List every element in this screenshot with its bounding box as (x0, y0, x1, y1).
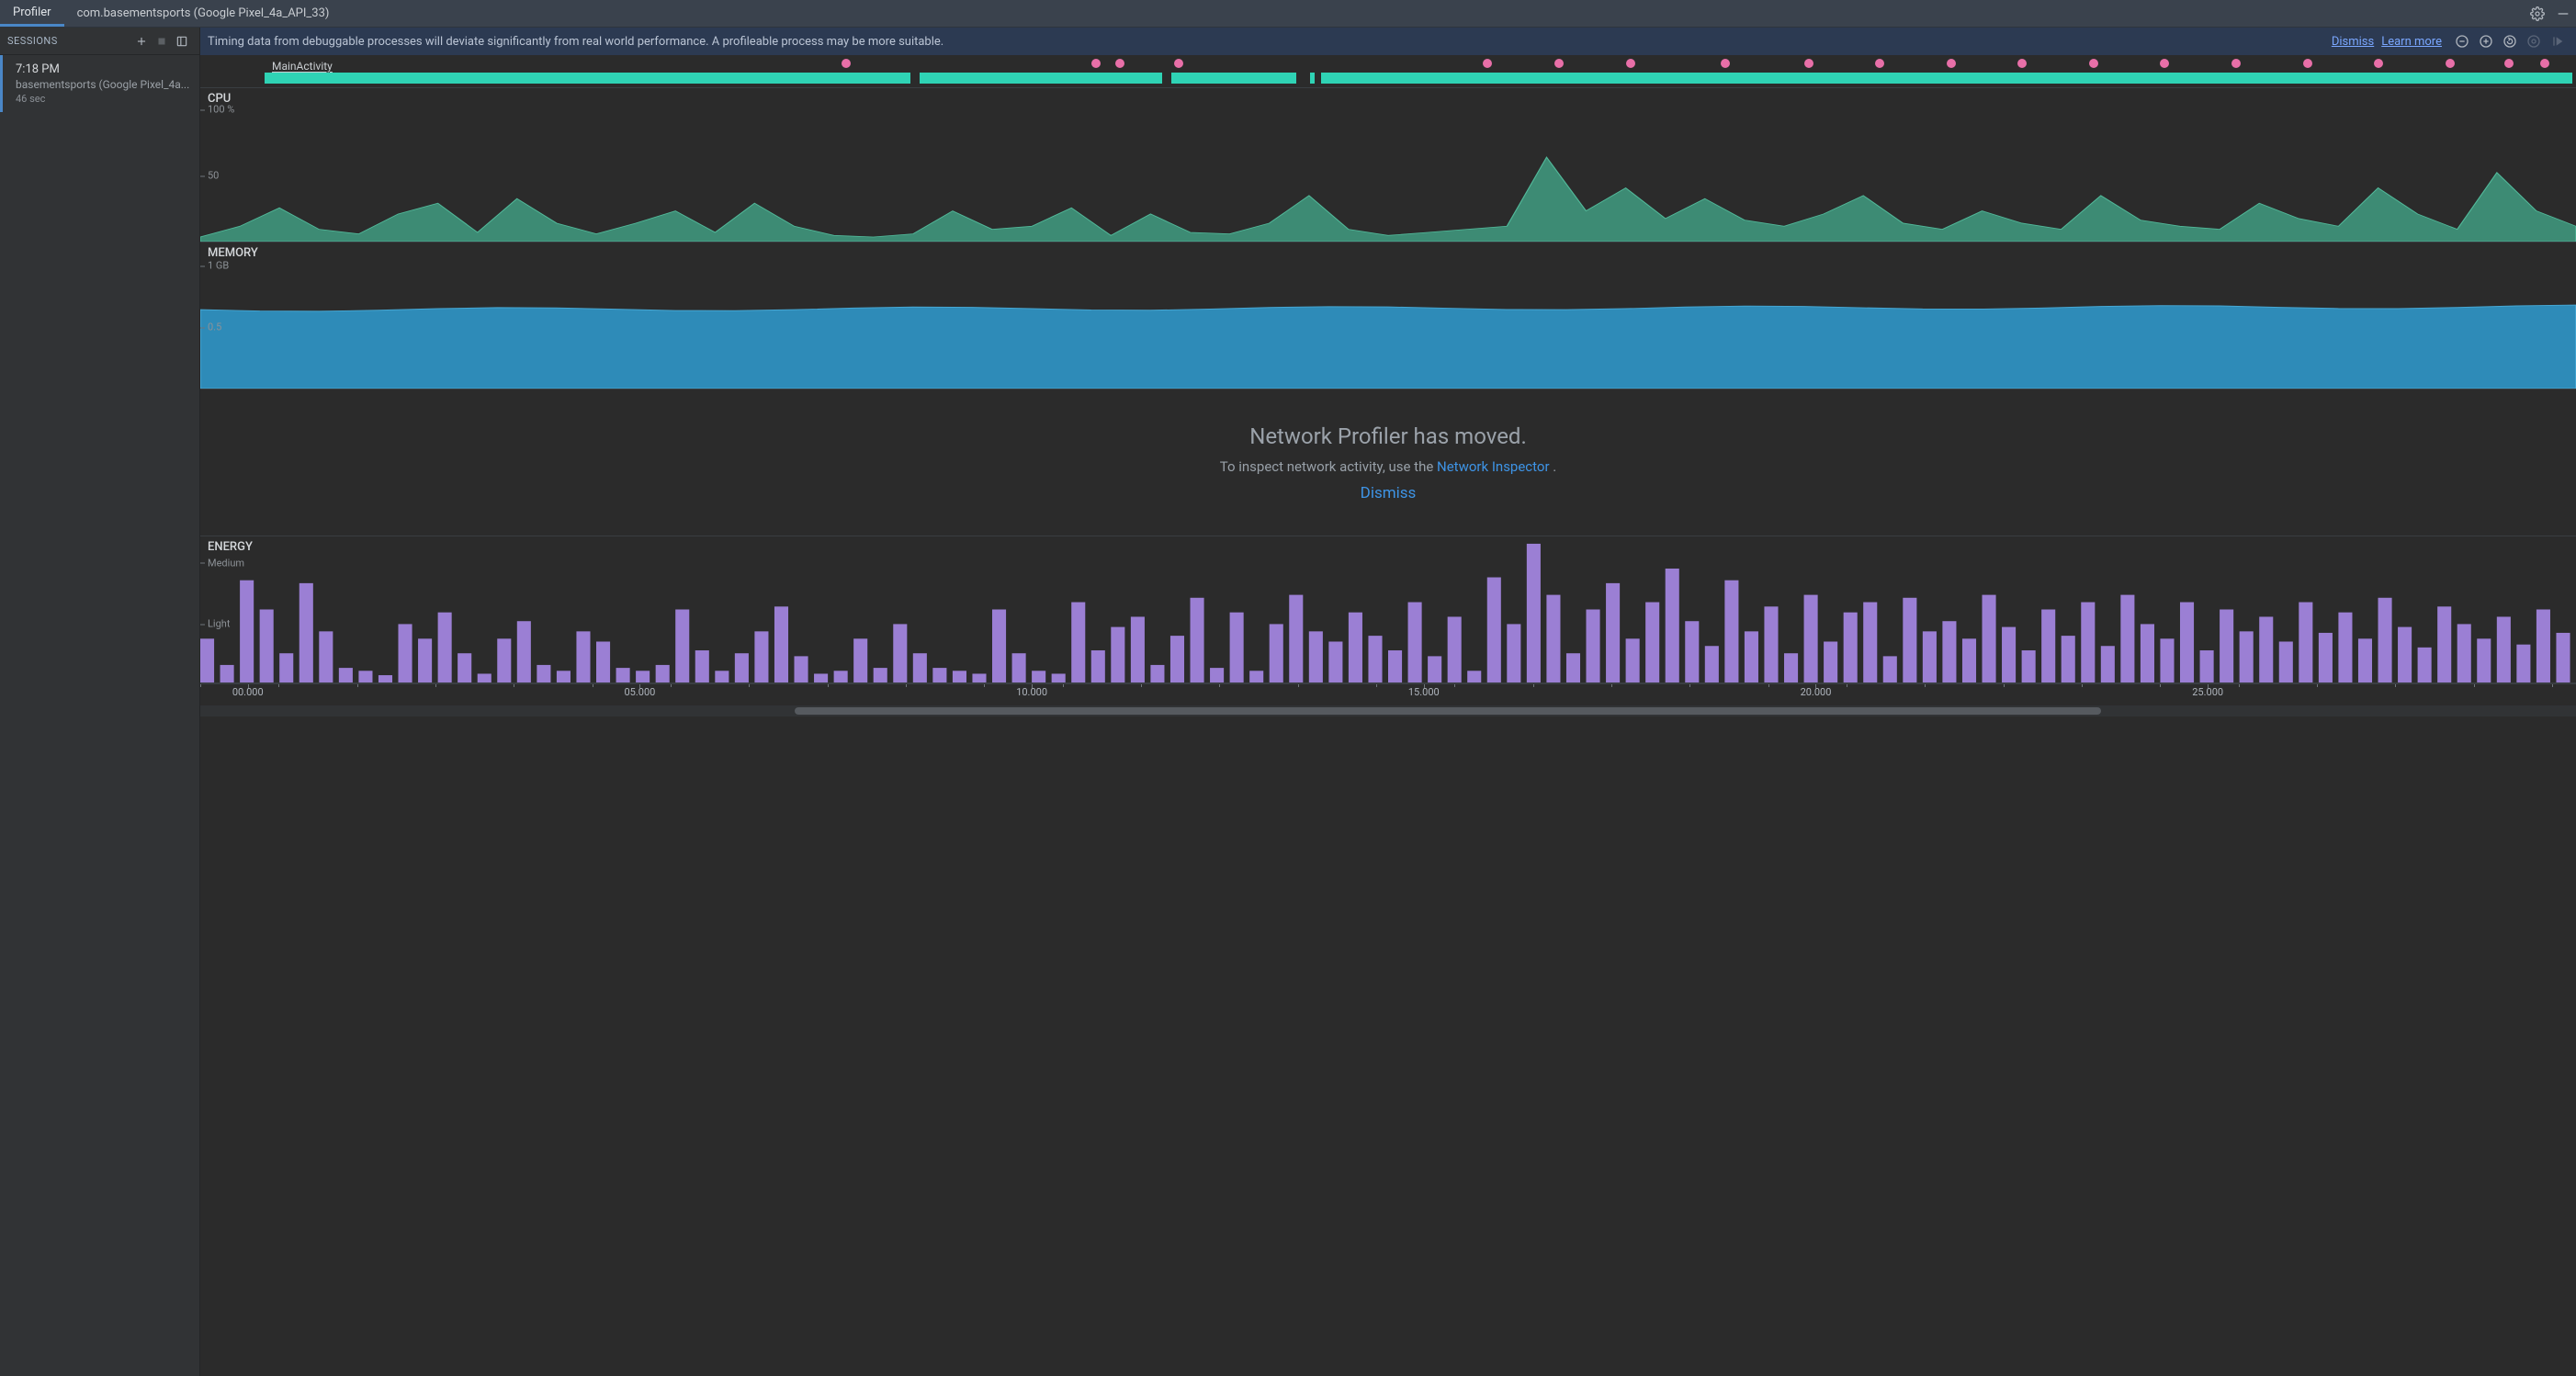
event-dot-icon (1626, 59, 1635, 68)
scrollbar-thumb[interactable] (795, 707, 2101, 715)
memory-chart (200, 242, 2576, 389)
tab-process-label: com.basementsports (Google Pixel_4a_API_… (77, 6, 330, 20)
activity-bar (265, 73, 2572, 84)
event-dot-icon (1947, 59, 1956, 68)
tab-profiler[interactable]: Profiler (0, 0, 64, 27)
session-item[interactable]: 7:18 PM basementsports (Google Pixel_4a.… (0, 55, 199, 112)
session-time: 7:18 PM (16, 62, 190, 76)
event-dot-icon (842, 59, 851, 68)
event-dot-icon (1721, 59, 1730, 68)
warning-banner: Timing data from debuggable processes wi… (200, 28, 2576, 55)
zoom-selection-button (2523, 30, 2545, 52)
sessions-panel: SESSIONS 7:18 PM basementsports (Google … (0, 28, 200, 1376)
cpu-lane[interactable]: CPU 100 %50 (200, 88, 2576, 242)
minimize-icon[interactable] (2550, 0, 2576, 27)
event-dot-icon (2540, 59, 2549, 68)
event-dot-icon (1804, 59, 1813, 68)
energy-lane[interactable]: ENERGY MediumLight (200, 536, 2576, 683)
event-dot-icon (2504, 59, 2514, 68)
add-session-button[interactable] (131, 31, 152, 51)
go-live-button (2547, 30, 2569, 52)
network-sub-suffix: . (1553, 458, 1556, 475)
event-dot-icon (2303, 59, 2312, 68)
event-dot-icon (2160, 59, 2169, 68)
banner-learn-more-link[interactable]: Learn more (2381, 35, 2442, 49)
session-name: basementsports (Google Pixel_4a... (16, 78, 190, 91)
warning-banner-message: Timing data from debuggable processes wi… (208, 35, 2324, 49)
time-axis: 00.00005.00010.00015.00020.00025.000 (200, 683, 2576, 705)
network-lane: Network Profiler has moved. To inspect n… (200, 389, 2576, 536)
event-dot-icon (1875, 59, 1884, 68)
session-duration: 46 sec (16, 93, 190, 105)
tab-process[interactable]: com.basementsports (Google Pixel_4a_API_… (64, 0, 343, 27)
event-dot-icon (2231, 59, 2241, 68)
energy-chart (200, 536, 2576, 682)
network-sub-prefix: To inspect network activity, use the (1220, 458, 1437, 475)
event-dot-icon (1483, 59, 1492, 68)
zoom-in-button[interactable] (2475, 30, 2497, 52)
event-dot-icon (1115, 59, 1124, 68)
collapse-sessions-button[interactable] (172, 31, 192, 51)
event-dot-icon (2089, 59, 2098, 68)
network-moved-sub: To inspect network activity, use the Net… (1220, 458, 1557, 475)
network-moved-title: Network Profiler has moved. (1249, 423, 1527, 449)
network-inspector-link[interactable]: Network Inspector (1437, 458, 1550, 475)
timeline-scrollbar[interactable] (200, 705, 2576, 716)
event-dot-icon (1174, 59, 1183, 68)
sessions-header: SESSIONS (0, 28, 199, 55)
event-dot-icon (2446, 59, 2455, 68)
event-dot-icon (2017, 59, 2027, 68)
zoom-reset-button[interactable] (2499, 30, 2521, 52)
zoom-out-button[interactable] (2451, 30, 2473, 52)
gear-icon[interactable] (2525, 0, 2550, 27)
event-dot-icon (1091, 59, 1101, 68)
memory-lane[interactable]: MEMORY 1 GB0.5 (200, 242, 2576, 389)
memory-title: MEMORY (208, 246, 258, 260)
cpu-chart (200, 88, 2576, 242)
stop-session-button (152, 31, 172, 51)
profiler-content: Timing data from debuggable processes wi… (200, 28, 2576, 1376)
cpu-title: CPU (208, 92, 231, 106)
activity-label: MainActivity (272, 60, 333, 73)
activity-lane[interactable]: MainActivity (200, 55, 2576, 88)
sessions-header-label: SESSIONS (7, 35, 131, 47)
banner-dismiss-link[interactable]: Dismiss (2332, 35, 2374, 49)
event-dot-icon (1554, 59, 1564, 68)
event-dot-icon (2374, 59, 2383, 68)
tab-profiler-label: Profiler (13, 6, 51, 19)
network-dismiss-link[interactable]: Dismiss (1361, 484, 1417, 502)
top-tabbar: Profiler com.basementsports (Google Pixe… (0, 0, 2576, 28)
energy-title: ENERGY (208, 540, 253, 554)
